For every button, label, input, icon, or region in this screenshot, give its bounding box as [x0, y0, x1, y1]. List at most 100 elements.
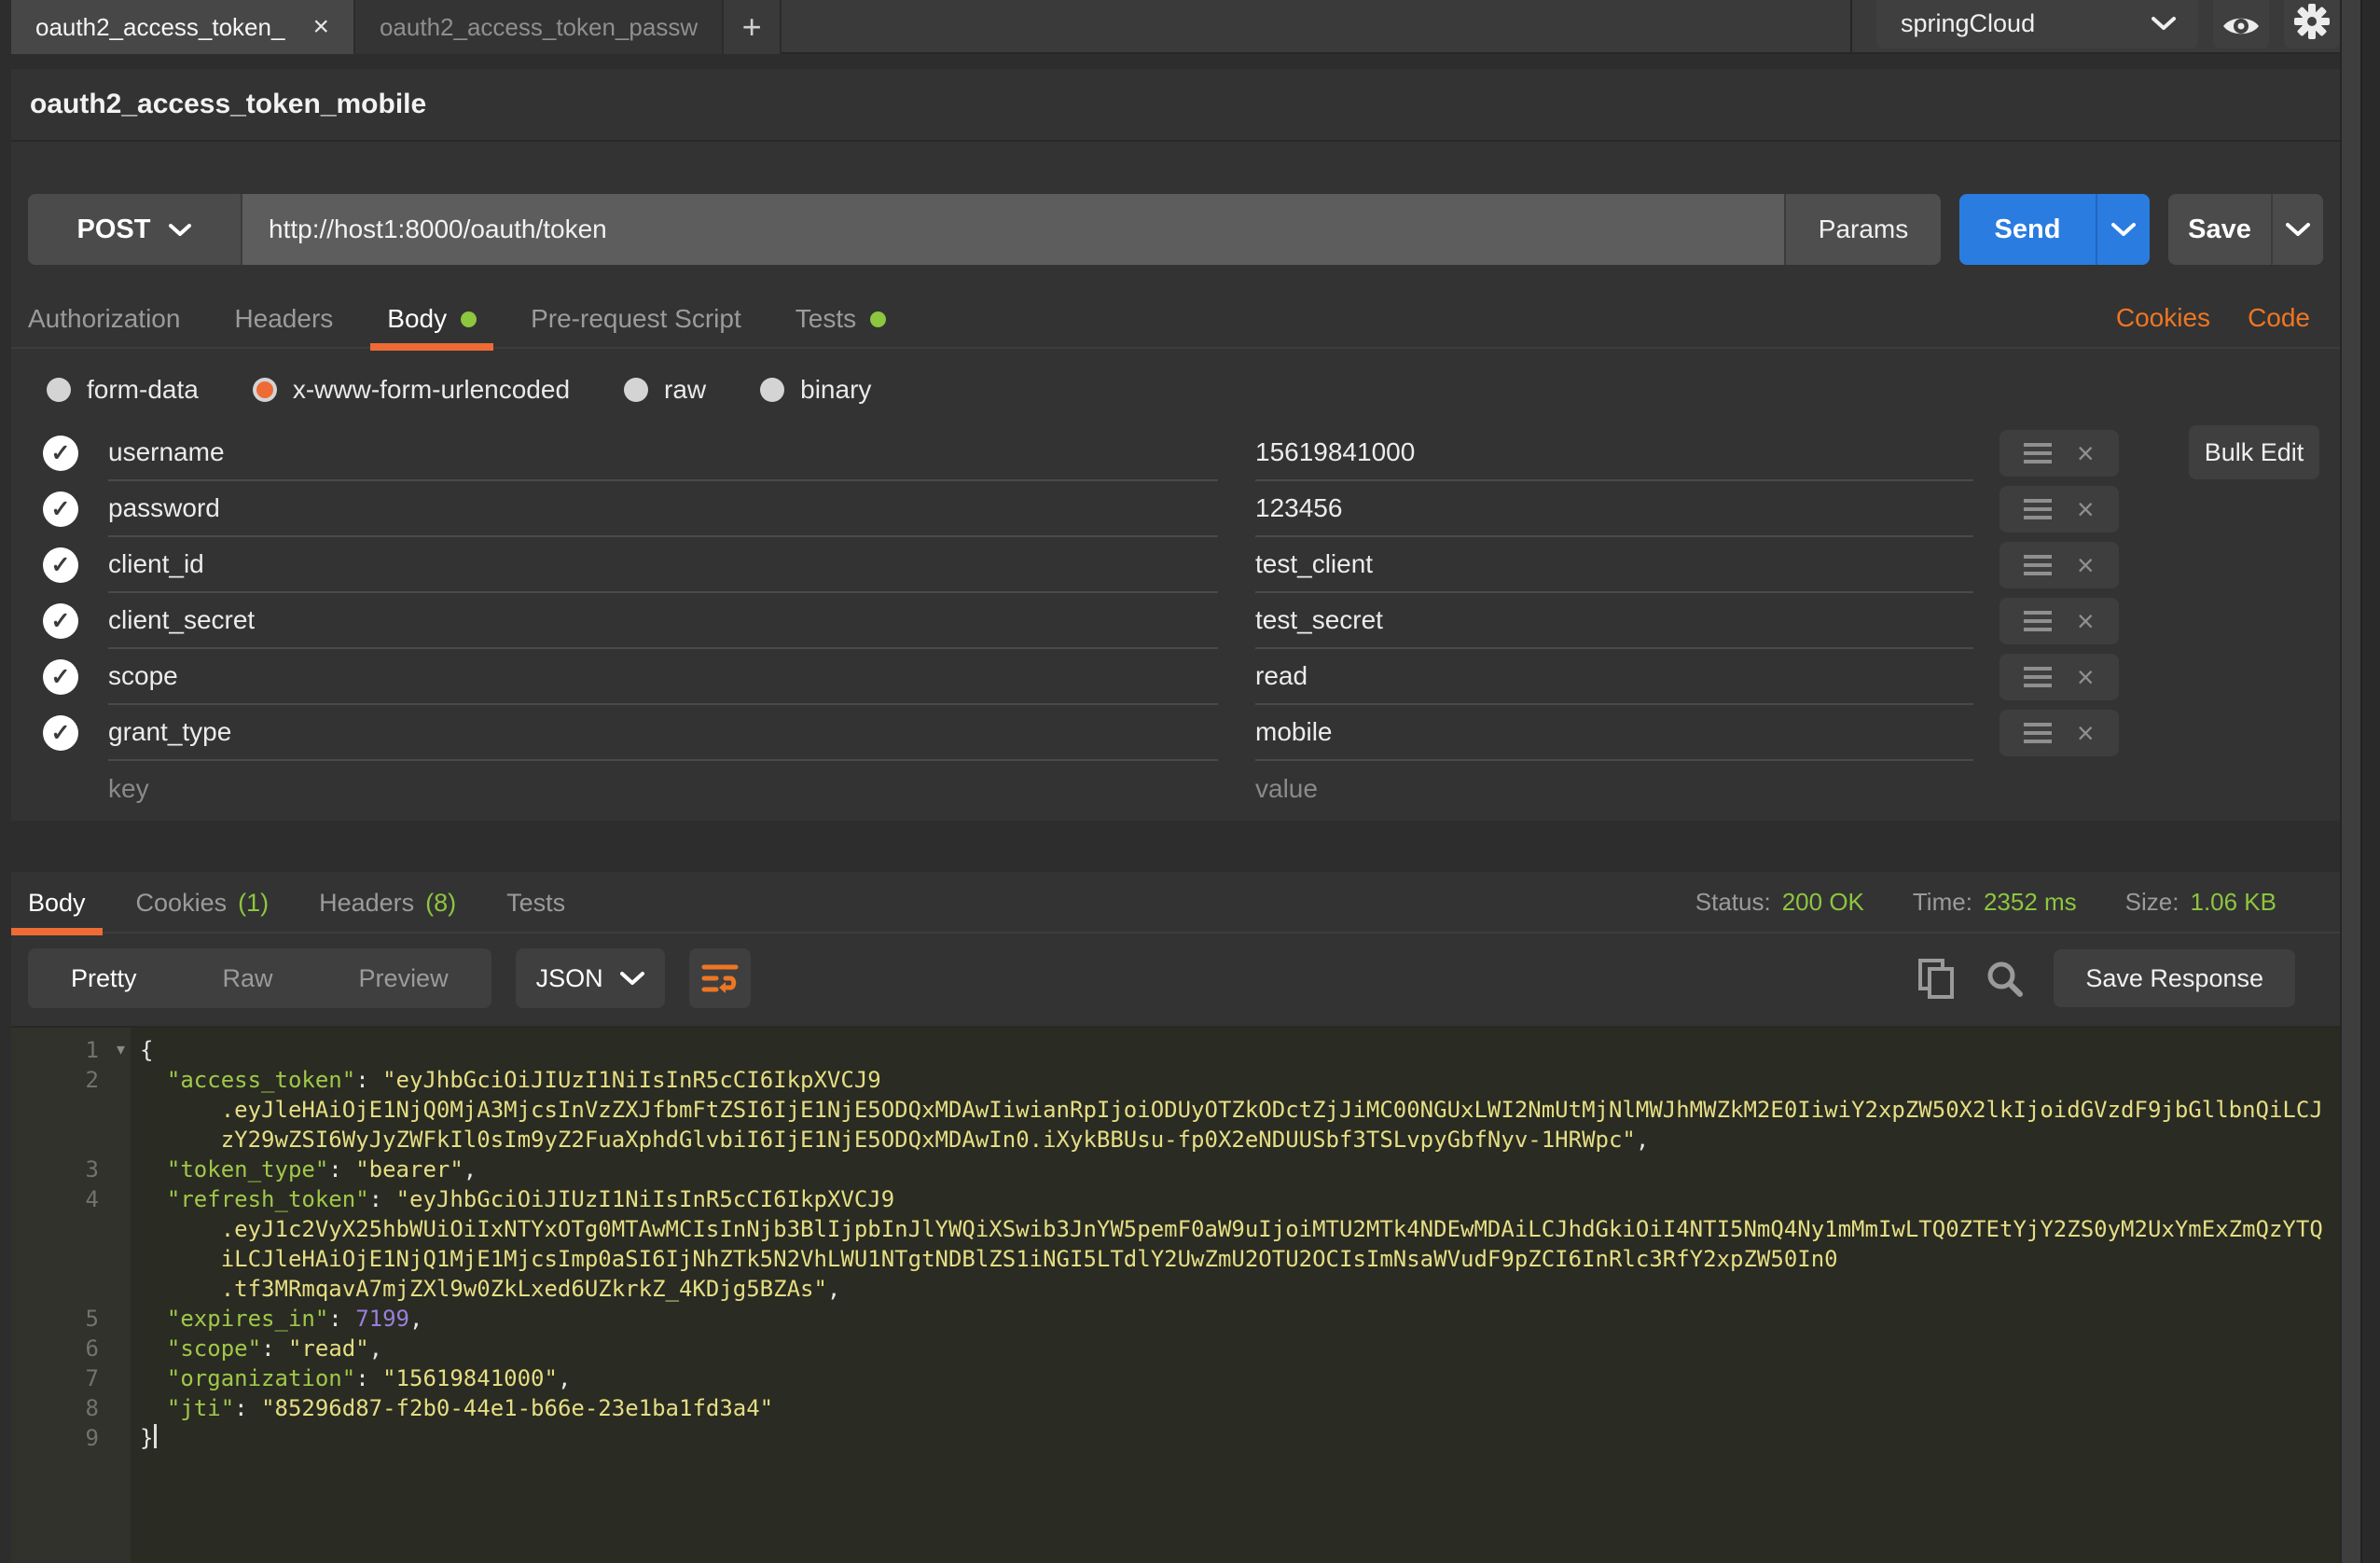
response-body-viewer[interactable]: 1▾{2 "access_token": "eyJhbGciOiJIUzI1Ni… — [11, 1026, 2340, 1563]
environment-quick-look-button[interactable] — [2213, 0, 2269, 48]
key-cell[interactable]: password — [108, 481, 1218, 537]
code-line: 5 "expires_in": 7199, — [11, 1304, 2340, 1334]
tab-label: Tests — [506, 889, 565, 918]
body-mode-raw[interactable]: raw — [624, 375, 706, 405]
value-cell[interactable]: 15619841000 — [1255, 425, 1973, 481]
drag-handle-icon[interactable] — [2024, 499, 2052, 519]
value-cell[interactable]: test_secret — [1255, 593, 1973, 649]
tab-body[interactable]: Body — [387, 289, 477, 349]
value-cell[interactable]: read — [1255, 649, 1973, 705]
code-segment: : — [328, 1156, 355, 1183]
response-tab-tests[interactable]: Tests — [506, 872, 565, 934]
row-enabled-checkbox[interactable]: ✓ — [43, 547, 78, 583]
code-segment: , — [827, 1276, 840, 1302]
key-cell[interactable]: grant_type — [108, 705, 1218, 761]
code-segment: "bearer" — [355, 1156, 464, 1183]
request-tab[interactable]: oauth2_access_token_ × — [11, 0, 355, 54]
body-mode-form-data[interactable]: form-data — [47, 375, 199, 405]
key-cell[interactable]: key — [108, 761, 1218, 817]
response-tab-body[interactable]: Body — [28, 872, 86, 934]
tab-pre-request-script[interactable]: Pre-request Script — [531, 289, 741, 349]
drag-handle-icon[interactable] — [2024, 443, 2052, 463]
environment-selector[interactable]: springCloud — [1876, 0, 2198, 48]
delete-row-icon[interactable]: × — [2077, 662, 2095, 692]
row-enabled-checkbox[interactable]: ✓ — [43, 436, 78, 471]
tab-headers[interactable]: Headers — [234, 289, 333, 349]
delete-row-icon[interactable]: × — [2077, 494, 2095, 524]
fold-caret-icon[interactable]: ▾ — [117, 1035, 125, 1065]
code-line: 7 "organization": "15619841000", — [11, 1363, 2340, 1393]
panel-scrollbar[interactable] — [2340, 0, 2360, 1563]
delete-row-icon[interactable]: × — [2077, 438, 2095, 468]
send-options-button[interactable] — [2096, 194, 2150, 265]
value-cell[interactable]: 123456 — [1255, 481, 1973, 537]
view-mode-pretty[interactable]: Pretty — [28, 948, 180, 1008]
tab-label: oauth2_access_token_ — [35, 13, 284, 42]
key-cell[interactable]: client_id — [108, 537, 1218, 593]
code-line: iLCJleHAiOjE1NjQ1MjE1MjcsImp0aSI6IjNhZTk… — [11, 1244, 2340, 1274]
response-tab-cookies[interactable]: Cookies(1) — [136, 872, 270, 934]
body-mode-x-www-form-urlencoded[interactable]: x-www-form-urlencoded — [253, 375, 570, 405]
tab-authorization[interactable]: Authorization — [28, 289, 180, 349]
drag-handle-icon[interactable] — [2024, 611, 2052, 631]
tab-label: Cookies — [136, 889, 228, 918]
body-mode-binary[interactable]: binary — [760, 375, 871, 405]
close-tab-icon[interactable]: × — [312, 13, 329, 41]
row-enabled-checkbox[interactable]: ✓ — [43, 491, 78, 527]
key-value-row: ✓ password 123456 × — [11, 481, 2340, 537]
code-segment — [140, 1306, 167, 1332]
key-cell[interactable]: username — [108, 425, 1218, 481]
drag-handle-icon[interactable] — [2024, 667, 2052, 687]
format-selector[interactable]: JSON — [516, 948, 665, 1008]
code-text: "organization": "15619841000", — [131, 1363, 571, 1393]
params-button[interactable]: Params — [1784, 194, 1941, 265]
row-enabled-checkbox[interactable]: ✓ — [43, 659, 78, 695]
delete-row-icon[interactable]: × — [2077, 718, 2095, 748]
search-button[interactable] — [1985, 959, 2024, 998]
copy-button[interactable] — [1917, 958, 1955, 999]
drag-handle-icon[interactable] — [2024, 555, 2052, 575]
request-tab[interactable]: oauth2_access_token_passw — [355, 0, 724, 54]
key-cell[interactable]: client_secret — [108, 593, 1218, 649]
save-response-button[interactable]: Save Response — [2054, 949, 2295, 1007]
method-selector[interactable]: POST — [28, 194, 242, 265]
new-tab-button[interactable]: + — [724, 0, 782, 54]
delete-row-icon[interactable]: × — [2077, 550, 2095, 580]
row-enabled-checkbox[interactable]: ✓ — [43, 603, 78, 639]
send-button-group: Send — [1959, 194, 2150, 265]
wrap-text-button[interactable] — [689, 948, 751, 1008]
settings-button[interactable] — [2284, 0, 2340, 48]
url-input[interactable]: http://host1:8000/oauth/token — [242, 194, 1784, 265]
tab-tests[interactable]: Tests — [796, 289, 886, 349]
key-cell[interactable]: scope — [108, 649, 1218, 705]
view-mode-raw[interactable]: Raw — [180, 948, 316, 1008]
delete-row-icon[interactable]: × — [2077, 606, 2095, 636]
code-segment: : — [355, 1365, 382, 1391]
chevron-down-icon — [2286, 222, 2310, 237]
code-line: 9} — [11, 1423, 2340, 1453]
code-link[interactable]: Code — [2248, 303, 2310, 333]
view-mode-preview[interactable]: Preview — [316, 948, 491, 1008]
tab-label: Body — [28, 889, 86, 918]
value-cell[interactable]: value — [1255, 761, 1973, 817]
format-label: JSON — [536, 964, 603, 993]
bulk-edit-button[interactable]: Bulk Edit — [2189, 425, 2319, 479]
value-cell[interactable]: test_client — [1255, 537, 1973, 593]
urlencoded-key-value-editor: ✓ username 15619841000 × ✓ password 123456 × ✓ cl… — [11, 425, 2340, 817]
send-button[interactable]: Send — [1959, 194, 2096, 265]
radio-icon — [253, 378, 277, 402]
response-tab-headers[interactable]: Headers(8) — [319, 872, 456, 934]
code-text: "access_token": "eyJhbGciOiJIUzI1NiIsInR… — [131, 1065, 881, 1095]
window-scrollbar[interactable] — [2360, 0, 2380, 1563]
save-options-button[interactable] — [2271, 194, 2323, 265]
row-enabled-checkbox[interactable]: ✓ — [43, 715, 78, 751]
code-segment: { — [140, 1037, 153, 1063]
save-button[interactable]: Save — [2168, 194, 2271, 265]
drag-handle-icon[interactable] — [2024, 723, 2052, 743]
radio-icon — [47, 378, 71, 402]
line-number: 9 — [11, 1423, 131, 1453]
cookies-link[interactable]: Cookies — [2116, 303, 2210, 333]
value-cell[interactable]: mobile — [1255, 705, 1973, 761]
tab-label: Headers — [234, 304, 333, 334]
code-segment: zY29wZSI6WyJyZWFkIl0sIm9yZ2FuaXphdGlvbiI… — [221, 1127, 1636, 1153]
